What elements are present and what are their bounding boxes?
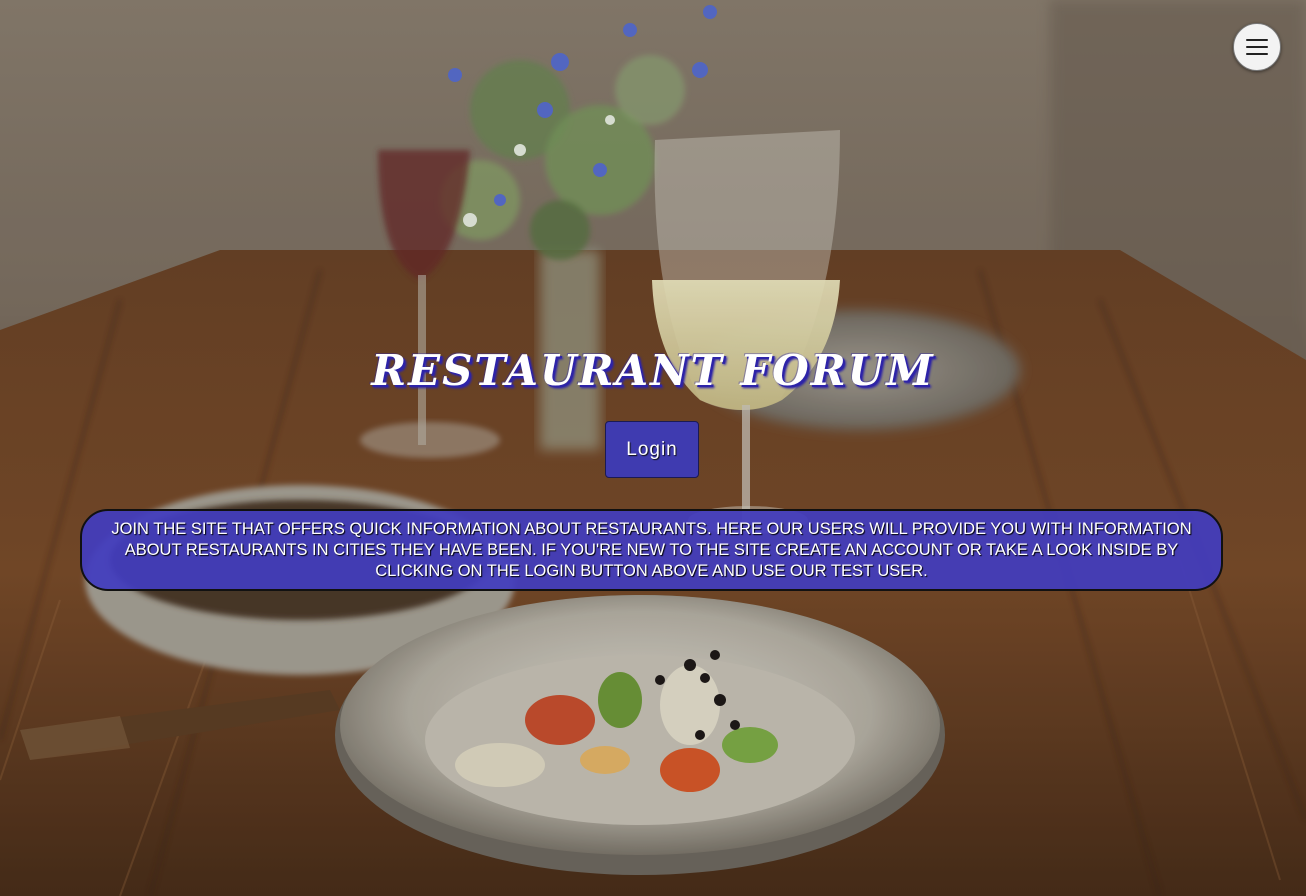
login-button[interactable]: Login <box>605 421 699 478</box>
site-description: JOIN THE SITE THAT OFFERS QUICK INFORMAT… <box>111 519 1192 580</box>
hamburger-menu-icon <box>1246 39 1268 55</box>
info-panel: JOIN THE SITE THAT OFFERS QUICK INFORMAT… <box>80 509 1223 591</box>
page-title: RESTAURANT FORUM <box>371 346 935 395</box>
menu-button[interactable] <box>1233 23 1281 71</box>
